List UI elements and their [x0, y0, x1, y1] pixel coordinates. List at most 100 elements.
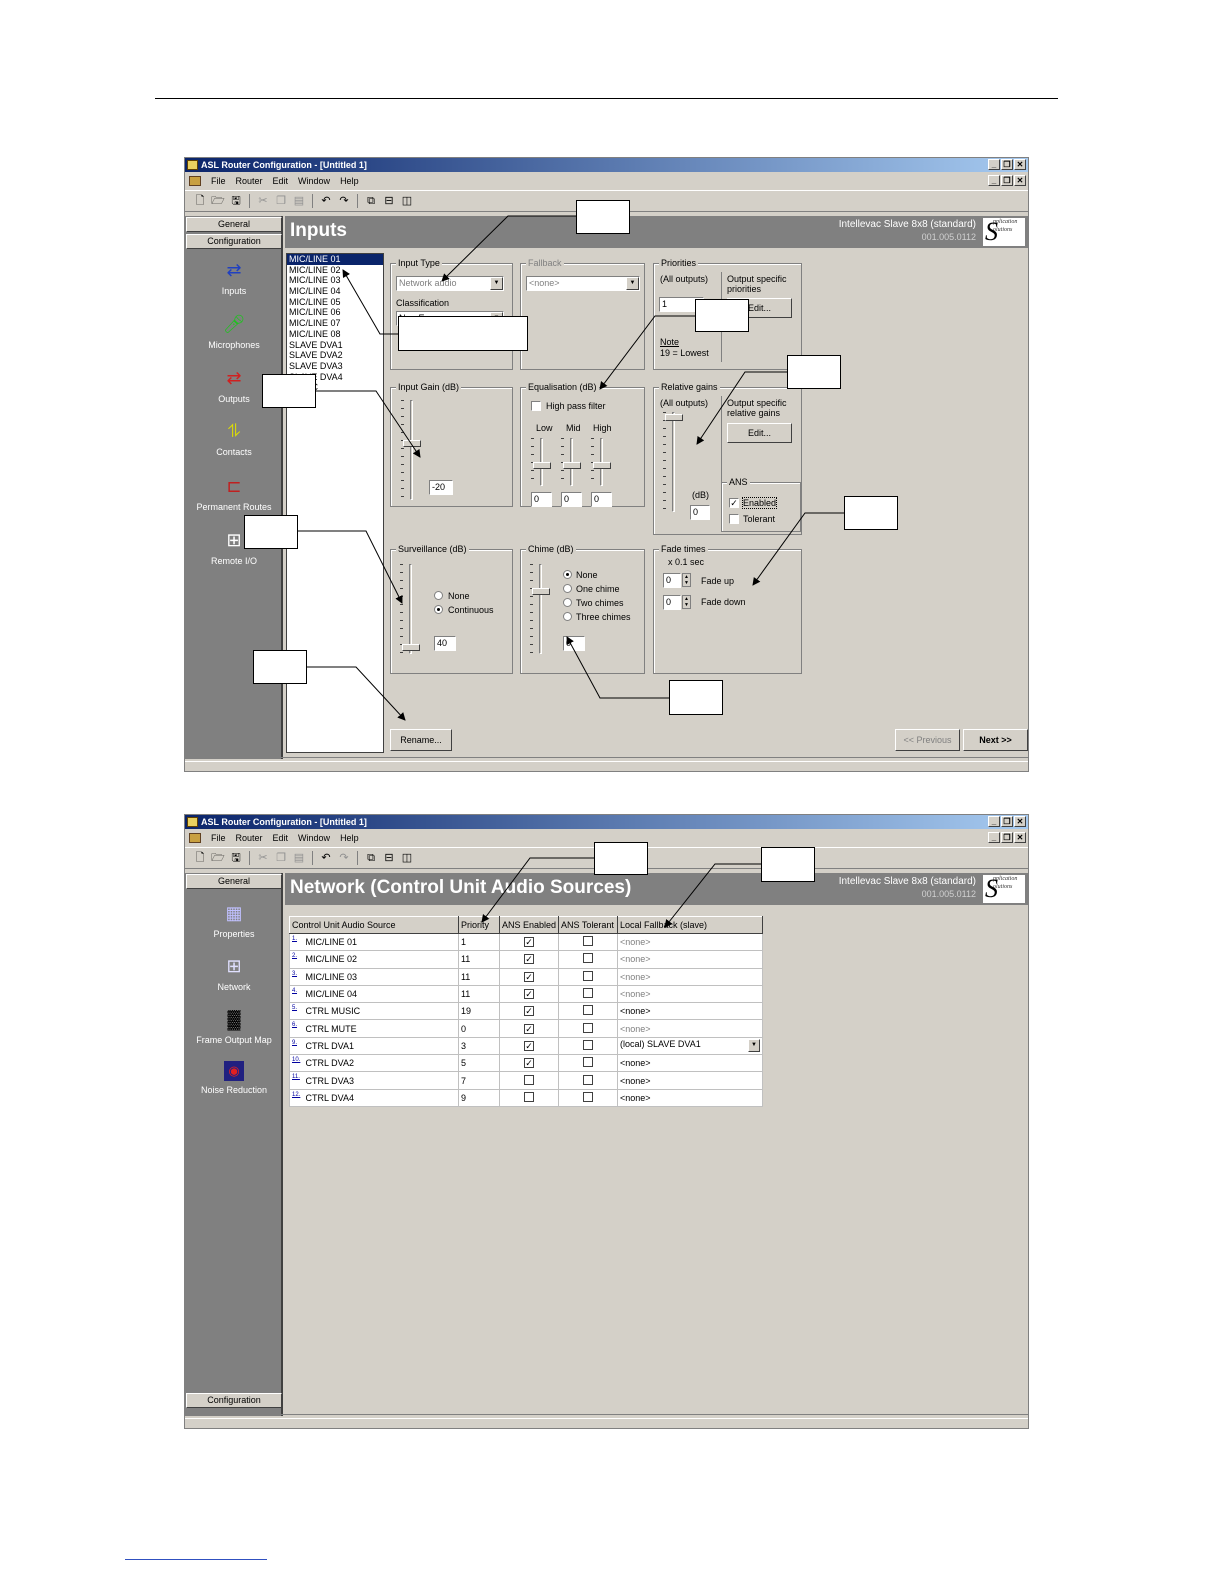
ans-enabled-checkbox[interactable]: ✓ [523, 1023, 534, 1034]
row-index-link[interactable]: 9. [289, 1036, 304, 1056]
ans-tolerant-checkbox[interactable] [583, 936, 593, 947]
row-index-link[interactable]: 1. [289, 932, 304, 952]
ans-enabled-checkbox[interactable]: ✓ [523, 954, 534, 965]
priority-cell[interactable]: 11 [457, 984, 500, 1004]
tab-configuration[interactable]: Configuration [186, 234, 282, 249]
local-fallback-cell[interactable]: <none> [617, 1054, 763, 1073]
tile-vertical-icon[interactable]: ◫ [400, 851, 414, 865]
next-button[interactable]: Next >> [963, 729, 1028, 751]
priority-cell[interactable]: 11 [457, 967, 500, 986]
menu-file[interactable]: File [211, 176, 226, 186]
ans-enabled-checkbox[interactable]: ✓ [523, 1006, 534, 1017]
menu-router[interactable]: Router [236, 833, 263, 843]
row-index-link[interactable]: 11. [289, 1071, 304, 1090]
previous-button[interactable]: << Previous [895, 729, 960, 751]
dropdown-arrow-icon[interactable]: ▼ [626, 277, 639, 290]
table-row[interactable]: 9. CTRL DVA1 3 ✓ ▼ (local) SLAVE DVA1 [289, 1036, 763, 1056]
priority-cell[interactable]: 3 [457, 1036, 500, 1056]
list-item[interactable]: MIC/LINE 02 [287, 265, 383, 276]
fade-up-value[interactable]: 0 [663, 573, 681, 588]
column-header-local-fallback[interactable]: Local Fallback (slave) [617, 916, 763, 934]
sidebar-item-microphones[interactable]: 🎤︎ Microphones [185, 312, 283, 351]
eq-mid-slider[interactable] [563, 462, 581, 469]
restore-button[interactable]: ❐ [1001, 159, 1013, 170]
menu-edit[interactable]: Edit [273, 176, 289, 186]
sidebar-item-properties[interactable]: ▦ Properties [185, 901, 283, 940]
ans-enabled-checkbox[interactable]: ✓ [523, 989, 534, 1000]
chime-one-radio[interactable] [563, 584, 572, 593]
list-item[interactable]: SLAVE DVA3 [287, 361, 383, 372]
open-folder-icon[interactable]: 🗁 [211, 194, 225, 208]
paste-icon[interactable]: ▤ [292, 194, 306, 208]
eq-low-slider[interactable] [533, 462, 551, 469]
menu-router[interactable]: Router [236, 176, 263, 186]
eq-high-slider[interactable] [593, 462, 611, 469]
eq-high-value[interactable]: 0 [591, 492, 612, 507]
ans-tolerant-checkbox[interactable] [583, 988, 593, 999]
ans-tolerant-checkbox[interactable] [583, 1074, 593, 1085]
doc-close-button[interactable]: ✕ [1014, 832, 1026, 843]
row-index-link[interactable]: 2. [289, 950, 304, 969]
list-item[interactable]: MIC/LINE 08 [287, 329, 383, 340]
priority-cell[interactable]: 0 [457, 1019, 500, 1038]
local-fallback-cell[interactable]: <none> [617, 950, 763, 969]
ans-tolerant-checkbox[interactable] [583, 1057, 593, 1068]
fade-up-spinner[interactable]: ▲ ▼ [682, 573, 691, 587]
save-icon[interactable]: 🖫 [229, 194, 243, 208]
document-icon[interactable] [189, 176, 201, 186]
local-fallback-cell[interactable]: ▼ (local) SLAVE DVA1 [617, 1036, 763, 1056]
list-item[interactable]: MIC/LINE 01 [287, 254, 383, 265]
local-fallback-cell[interactable]: <none> [617, 1071, 763, 1090]
new-file-icon[interactable]: 🗋 [193, 851, 207, 865]
sidebar-item-network[interactable]: ⊞ Network [185, 954, 283, 993]
local-fallback-cell[interactable]: <none> [617, 967, 763, 986]
doc-minimize-button[interactable]: _ [988, 832, 1000, 843]
fade-down-value[interactable]: 0 [663, 595, 681, 610]
list-item[interactable]: MIC/LINE 06 [287, 307, 383, 318]
priority-cell[interactable]: 19 [457, 1002, 500, 1021]
row-index-link[interactable]: 12. [289, 1088, 304, 1107]
sidebar-item-permanent-routes[interactable]: ⊏ Permanent Routes [185, 474, 283, 513]
menu-help[interactable]: Help [340, 833, 359, 843]
surveillance-none-radio[interactable] [434, 591, 443, 600]
copy-icon[interactable]: ❐ [274, 194, 288, 208]
row-index-link[interactable]: 3. [289, 967, 304, 986]
ans-tolerant-checkbox[interactable] [583, 1039, 593, 1050]
ans-enabled-checkbox[interactable] [523, 1091, 534, 1102]
tab-general[interactable]: General [186, 874, 282, 889]
new-file-icon[interactable]: 🗋 [193, 194, 207, 208]
chime-two-radio[interactable] [563, 598, 572, 607]
tile-vertical-icon[interactable]: ◫ [400, 194, 414, 208]
local-fallback-cell[interactable]: <none> [617, 984, 763, 1004]
table-row[interactable]: 6. CTRL MUTE 0 ✓ <none> [289, 1019, 763, 1038]
list-item[interactable]: MIC/LINE 05 [287, 297, 383, 308]
undo-icon[interactable]: ↶ [319, 851, 333, 865]
ans-enabled-checkbox[interactable]: ✓ [523, 1058, 534, 1069]
doc-restore-button[interactable]: ❐ [1001, 832, 1013, 843]
list-item[interactable]: SLAVE DVA2 [287, 350, 383, 361]
eq-low-value[interactable]: 0 [531, 492, 552, 507]
sidebar-item-inputs[interactable]: ⇄ Inputs [185, 258, 283, 297]
table-row[interactable]: 5. CTRL MUSIC 19 ✓ <none> [289, 1002, 763, 1021]
menu-window[interactable]: Window [298, 833, 330, 843]
close-button[interactable]: ✕ [1014, 816, 1026, 827]
chime-slider[interactable] [532, 588, 550, 595]
fallback-select[interactable]: <none> ▼ [526, 276, 640, 291]
local-fallback-cell[interactable]: <none> [617, 932, 763, 952]
table-row[interactable]: 12. CTRL DVA4 9 <none> [289, 1088, 763, 1107]
surveillance-continuous-radio[interactable] [434, 605, 443, 614]
save-icon[interactable]: 🖫 [229, 851, 243, 865]
ans-enabled-checkbox[interactable] [523, 1074, 534, 1085]
list-item[interactable]: MIC/LINE 03 [287, 275, 383, 286]
eq-mid-value[interactable]: 0 [561, 492, 582, 507]
dropdown-arrow-icon[interactable]: ▼ [748, 1039, 760, 1053]
priority-cell[interactable]: 1 [457, 932, 500, 952]
ans-tolerant-checkbox[interactable] [729, 514, 739, 524]
chime-three-radio[interactable] [563, 612, 572, 621]
title-bar[interactable]: ASL Router Configuration - [Untitled 1] … [185, 158, 1028, 172]
menu-file[interactable]: File [211, 833, 226, 843]
paste-icon[interactable]: ▤ [292, 851, 306, 865]
close-button[interactable]: ✕ [1014, 159, 1026, 170]
table-row[interactable]: 10. CTRL DVA2 5 ✓ <none> [289, 1054, 763, 1073]
ans-tolerant-checkbox[interactable] [583, 1005, 593, 1016]
